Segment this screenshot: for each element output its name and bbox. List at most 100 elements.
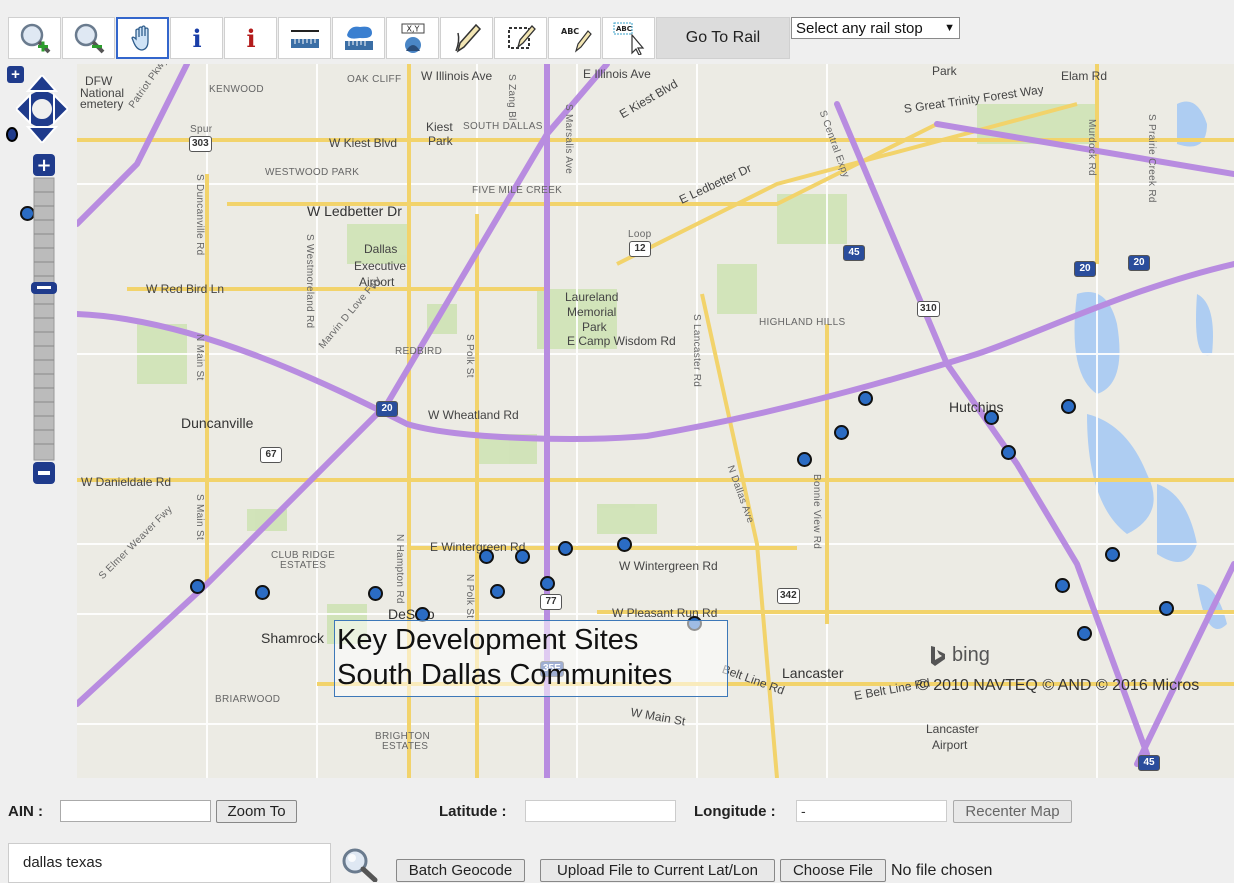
map-label-wintergreen-w: W Wintergreen Rd bbox=[619, 559, 718, 573]
map-label-elam: Elam Rd bbox=[1061, 69, 1108, 83]
map-label-bonnie-view: Bonnie View Rd bbox=[811, 474, 822, 550]
identify-all-tool[interactable]: i bbox=[224, 17, 277, 59]
development-site-marker[interactable] bbox=[1158, 600, 1174, 616]
map-label-ledbetter-w: W Ledbetter Dr bbox=[307, 203, 402, 219]
map-label-laureland1: Laureland bbox=[565, 290, 619, 304]
map-label-shamrock: Shamrock bbox=[261, 630, 325, 646]
highway-shield-i20: 20 bbox=[376, 401, 398, 417]
draw-tool[interactable] bbox=[440, 17, 493, 59]
development-site-marker[interactable] bbox=[1060, 398, 1076, 414]
development-site-marker[interactable] bbox=[796, 452, 812, 467]
pencil-icon bbox=[454, 23, 481, 53]
development-site-marker[interactable] bbox=[834, 424, 850, 440]
map-label-spur: Spur bbox=[190, 124, 213, 135]
map-label-pleasant-run: W Pleasant Run Rd bbox=[612, 606, 718, 620]
map-label-club-ridge2: ESTATES bbox=[280, 560, 327, 571]
map-label-oak-cliff: OAK CLIFF bbox=[347, 74, 402, 85]
choose-file-button[interactable]: Choose File bbox=[780, 859, 886, 882]
pan-control[interactable] bbox=[16, 75, 68, 143]
svg-text:ABC: ABC bbox=[616, 25, 632, 33]
upload-file-button[interactable]: Upload File to Current Lat/Lon bbox=[540, 859, 775, 882]
bing-label: bing bbox=[952, 644, 990, 666]
development-site-marker[interactable] bbox=[540, 575, 556, 591]
highway-shield-i20b: 20 bbox=[1074, 261, 1096, 277]
map-label-highland: HIGHLAND HILLS bbox=[759, 317, 846, 328]
development-site-marker[interactable] bbox=[558, 540, 574, 556]
map-label-redbird-ln: W Red Bird Ln bbox=[146, 282, 225, 296]
development-site-marker[interactable] bbox=[514, 549, 530, 565]
select-text-tool[interactable]: ABC bbox=[602, 17, 655, 59]
map-toolbar: i i X,Y ABC ABC Go To Rail bbox=[8, 17, 790, 59]
map-label-illinois-w: W Illinois Ave bbox=[421, 69, 493, 83]
map-label-airport2: Executive bbox=[354, 259, 407, 273]
xy-locate-tool[interactable]: X,Y bbox=[386, 17, 439, 59]
edit-shape-tool[interactable] bbox=[494, 17, 547, 59]
zoom-out-tool[interactable] bbox=[62, 17, 115, 59]
batch-geocode-button[interactable]: Batch Geocode bbox=[396, 859, 525, 882]
map-label-n-hampton: N Hampton Rd bbox=[394, 534, 405, 604]
zoom-in-tool[interactable] bbox=[8, 17, 61, 59]
map-label-camp-wisdom: E Camp Wisdom Rd bbox=[567, 334, 676, 348]
map-label-westwood: WESTWOOD PARK bbox=[265, 167, 360, 178]
highway-shield-spur-num: 303 bbox=[189, 136, 212, 152]
measure-area-tool[interactable] bbox=[332, 17, 385, 59]
area-ruler-icon bbox=[344, 26, 373, 50]
development-site-marker[interactable] bbox=[1000, 444, 1016, 460]
map-label-lancaster-ap2: Airport bbox=[932, 738, 968, 752]
svg-text:X,Y: X,Y bbox=[406, 25, 419, 34]
map-label-s-zang: S Zang Bl bbox=[506, 74, 517, 121]
text-cursor-icon: ABC bbox=[613, 22, 644, 55]
address-search-input[interactable]: dallas texas bbox=[8, 843, 331, 883]
development-site-marker[interactable] bbox=[478, 549, 494, 565]
map-label-danieldale: W Danieldale Rd bbox=[81, 475, 172, 489]
highway-shield-i20c: 20 bbox=[1128, 255, 1150, 271]
map-label-n-main: N Main St bbox=[194, 334, 205, 381]
rail-stop-select[interactable]: Select any rail stop ▼ bbox=[791, 17, 960, 39]
map-label-south-dallas: SOUTH DALLAS bbox=[463, 121, 543, 132]
go-to-rail-button[interactable]: Go To Rail bbox=[656, 17, 790, 59]
development-site-marker[interactable] bbox=[857, 390, 873, 406]
development-site-marker[interactable] bbox=[1076, 626, 1092, 642]
search-icon[interactable] bbox=[339, 846, 379, 882]
map-view[interactable]: DFW National emetery KENWOOD OAK CLIFF W Illi… bbox=[77, 64, 1234, 778]
pan-tool[interactable] bbox=[116, 17, 169, 59]
identify-tool[interactable]: i bbox=[170, 17, 223, 59]
map-label-murdock: Murdock Rd bbox=[1086, 119, 1097, 176]
map-label-s-main: S Main St bbox=[194, 494, 205, 541]
development-site-marker[interactable] bbox=[189, 578, 205, 594]
map-label-redbird: REDBIRD bbox=[395, 346, 443, 357]
recenter-map-button[interactable]: Recenter Map bbox=[953, 800, 1072, 823]
add-text-tool[interactable]: ABC bbox=[548, 17, 601, 59]
pan-left-handle[interactable] bbox=[6, 127, 18, 142]
rail-select-value: Select any rail stop bbox=[796, 19, 923, 37]
longitude-label: Longitude : bbox=[694, 803, 776, 820]
map-caption: Key Development Sites South Dallas Commu… bbox=[334, 620, 728, 697]
zoom-out-icon bbox=[74, 23, 104, 54]
map-label-wheatland: W Wheatland Rd bbox=[428, 408, 519, 422]
map-label-s-lancaster: S Lancaster Rd bbox=[691, 314, 702, 388]
text-pencil-icon: ABC bbox=[561, 27, 592, 53]
map-label-five-mile: FIVE MILE CREEK bbox=[472, 185, 563, 196]
map-label-laureland3: Park bbox=[582, 320, 607, 334]
map-label-duncanville: Duncanville bbox=[181, 415, 254, 431]
development-site-marker[interactable] bbox=[367, 585, 383, 601]
development-site-marker[interactable] bbox=[489, 583, 505, 599]
map-label-s-polk: S Polk St bbox=[464, 334, 475, 378]
map-label-cemetery: emetery bbox=[80, 97, 124, 111]
ain-input[interactable] bbox=[60, 800, 211, 822]
map-label-wintergreen-e: E Wintergreen Rd bbox=[430, 540, 526, 554]
latitude-input[interactable] bbox=[525, 800, 676, 822]
highway-shield-i45: 45 bbox=[843, 245, 865, 261]
map-label-s-westmoreland: S Westmoreland Rd bbox=[304, 234, 315, 329]
chevron-down-icon: ▼ bbox=[944, 22, 955, 34]
zoom-to-button[interactable]: Zoom To bbox=[216, 800, 297, 823]
svg-text:i: i bbox=[192, 24, 201, 53]
hand-icon bbox=[130, 25, 149, 51]
longitude-input[interactable]: - bbox=[796, 800, 947, 822]
map-label-park: Park bbox=[932, 64, 957, 78]
map-copyright: © 2010 NAVTEQ © AND © 2016 Micros bbox=[917, 677, 1200, 694]
highway-shield-loop-num: 12 bbox=[629, 241, 651, 257]
zoom-slider[interactable]: + bbox=[31, 154, 57, 484]
svg-text:ABC: ABC bbox=[561, 27, 579, 36]
measure-length-tool[interactable] bbox=[278, 17, 331, 59]
